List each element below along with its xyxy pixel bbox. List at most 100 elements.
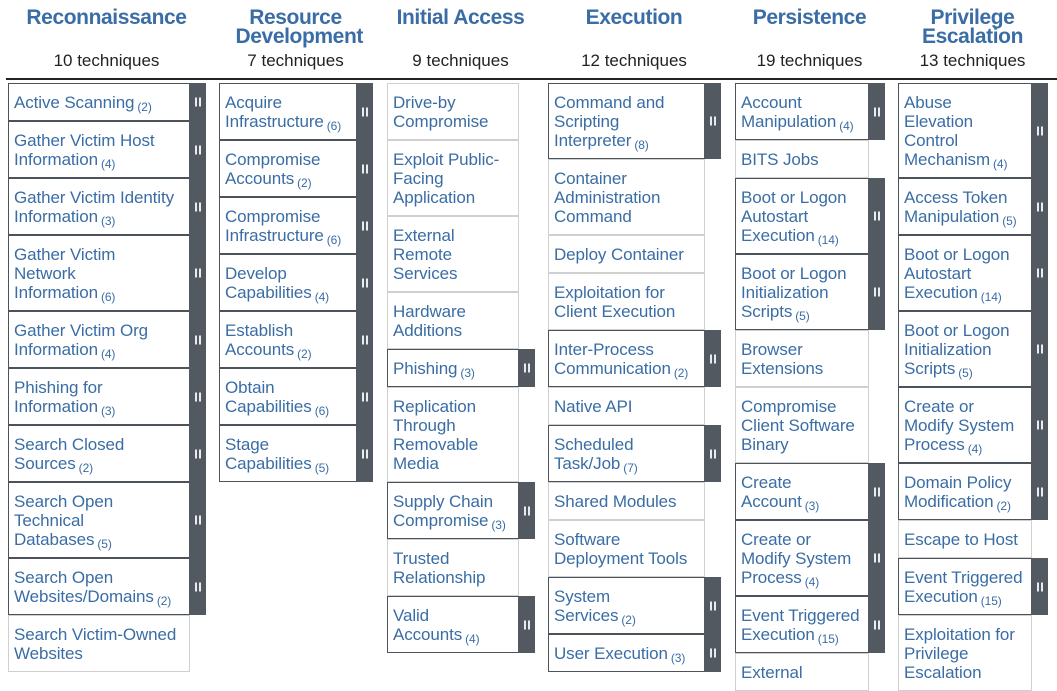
expand-subtechniques-handle[interactable] xyxy=(356,254,373,311)
tactic-name[interactable]: Initial Access xyxy=(386,0,536,28)
technique-label[interactable]: External Remote Services xyxy=(393,226,516,283)
technique-label[interactable]: Phishing for Information (3) xyxy=(14,378,187,418)
technique-label[interactable]: Command and Scripting Interpreter (8) xyxy=(554,93,702,152)
technique-cell[interactable]: Supply Chain Compromise (3) xyxy=(387,482,535,539)
technique-label[interactable]: Search Open Technical Databases (5) xyxy=(14,492,187,551)
technique-box[interactable]: Domain Policy Modification (2) xyxy=(898,463,1032,520)
technique-box[interactable]: BITS Jobs xyxy=(735,140,869,178)
expand-subtechniques-handle[interactable] xyxy=(189,235,206,311)
technique-label[interactable]: Boot or Logon Initialization Scripts (5) xyxy=(904,321,1029,380)
expand-subtechniques-handle[interactable] xyxy=(518,482,535,539)
technique-cell[interactable]: Software Deployment Tools xyxy=(548,520,721,577)
technique-label[interactable]: Establish Accounts (2) xyxy=(225,321,354,361)
technique-cell[interactable]: Stage Capabilities (5) xyxy=(219,425,373,482)
technique-label[interactable]: Software Deployment Tools xyxy=(554,530,702,568)
technique-label[interactable]: Scheduled Task/Job (7) xyxy=(554,435,702,475)
technique-box[interactable]: Container Administration Command xyxy=(548,159,705,235)
technique-box[interactable]: Create or Modify System Process (4) xyxy=(898,387,1032,463)
technique-box[interactable]: Search Open Websites/Domains (2) xyxy=(8,558,190,615)
technique-cell[interactable]: Active Scanning (2) xyxy=(8,83,206,121)
tactic-name[interactable]: Privilege Escalation xyxy=(898,0,1048,47)
technique-cell[interactable]: Gather Victim Network Information (6) xyxy=(8,235,206,311)
technique-cell[interactable]: Create Account (3) xyxy=(735,463,885,520)
technique-cell[interactable]: Phishing for Information (3) xyxy=(8,368,206,425)
technique-cell[interactable]: Phishing (3) xyxy=(387,349,535,387)
expand-subtechniques-handle[interactable] xyxy=(189,121,206,178)
expand-subtechniques-handle[interactable] xyxy=(518,596,535,653)
technique-label[interactable]: Trusted Relationship xyxy=(393,549,516,587)
technique-cell[interactable]: Search Victim-Owned Websites xyxy=(8,615,206,672)
technique-label[interactable]: Domain Policy Modification (2) xyxy=(904,473,1029,513)
technique-label[interactable]: Gather Victim Host Information (4) xyxy=(14,131,187,171)
technique-box[interactable]: External xyxy=(735,653,869,691)
technique-box[interactable]: Gather Victim Host Information (4) xyxy=(8,121,190,178)
technique-label[interactable]: Drive-by Compromise xyxy=(393,93,516,131)
technique-cell[interactable]: Exploit Public- Facing Application xyxy=(387,140,535,216)
technique-label[interactable]: Exploitation for Client Execution xyxy=(554,283,702,321)
technique-label[interactable]: Browser Extensions xyxy=(741,340,866,378)
technique-label[interactable]: Compromise Client Software Binary xyxy=(741,397,866,454)
expand-subtechniques-handle[interactable] xyxy=(356,197,373,254)
technique-box[interactable]: Phishing (3) xyxy=(387,349,519,387)
technique-cell[interactable]: Event Triggered Execution (15) xyxy=(735,596,885,653)
technique-cell[interactable]: Obtain Capabilities (6) xyxy=(219,368,373,425)
expand-subtechniques-handle[interactable] xyxy=(868,520,885,596)
technique-cell[interactable]: Account Manipulation (4) xyxy=(735,83,885,140)
technique-label[interactable]: External xyxy=(741,663,866,682)
technique-label[interactable]: Create or Modify System Process (4) xyxy=(904,397,1029,456)
technique-box[interactable]: Gather Victim Identity Information (3) xyxy=(8,178,190,235)
technique-label[interactable]: Gather Victim Identity Information (3) xyxy=(14,188,187,228)
technique-cell[interactable]: Shared Modules xyxy=(548,482,721,520)
expand-subtechniques-handle[interactable] xyxy=(1031,387,1048,463)
technique-label[interactable]: Container Administration Command xyxy=(554,169,702,226)
technique-box[interactable]: Gather Victim Network Information (6) xyxy=(8,235,190,311)
technique-cell[interactable]: Compromise Infrastructure (6) xyxy=(219,197,373,254)
technique-cell[interactable]: Create or Modify System Process (4) xyxy=(898,387,1048,463)
expand-subtechniques-handle[interactable] xyxy=(189,311,206,368)
expand-subtechniques-handle[interactable] xyxy=(189,178,206,235)
technique-box[interactable]: Compromise Client Software Binary xyxy=(735,387,869,463)
technique-cell[interactable]: Valid Accounts (4) xyxy=(387,596,535,653)
expand-subtechniques-handle[interactable] xyxy=(189,482,206,558)
technique-cell[interactable]: Compromise Accounts (2) xyxy=(219,140,373,197)
expand-subtechniques-handle[interactable] xyxy=(1031,463,1048,520)
technique-box[interactable]: Acquire Infrastructure (6) xyxy=(219,83,357,140)
technique-label[interactable]: Valid Accounts (4) xyxy=(393,606,516,646)
expand-subtechniques-handle[interactable] xyxy=(356,368,373,425)
expand-subtechniques-handle[interactable] xyxy=(868,254,885,330)
expand-subtechniques-handle[interactable] xyxy=(189,425,206,482)
technique-label[interactable]: Boot or Logon Autostart Execution (14) xyxy=(741,188,866,247)
technique-box[interactable]: User Execution (3) xyxy=(548,634,705,672)
technique-box[interactable]: Exploitation for Privilege Escalation xyxy=(898,615,1032,691)
expand-subtechniques-handle[interactable] xyxy=(1031,311,1048,387)
technique-label[interactable]: Stage Capabilities (5) xyxy=(225,435,354,475)
technique-box[interactable]: Trusted Relationship xyxy=(387,539,519,596)
technique-label[interactable]: Create or Modify System Process (4) xyxy=(741,530,866,589)
technique-cell[interactable]: System Services (2) xyxy=(548,577,721,634)
technique-cell[interactable]: Deploy Container xyxy=(548,235,721,273)
technique-box[interactable]: Phishing for Information (3) xyxy=(8,368,190,425)
technique-cell[interactable]: Gather Victim Host Information (4) xyxy=(8,121,206,178)
technique-cell[interactable]: Search Open Websites/Domains (2) xyxy=(8,558,206,615)
expand-subtechniques-handle[interactable] xyxy=(1031,558,1048,615)
technique-cell[interactable]: Acquire Infrastructure (6) xyxy=(219,83,373,140)
technique-cell[interactable]: Abuse Elevation Control Mechanism (4) xyxy=(898,83,1048,178)
technique-box[interactable]: Exploitation for Client Execution xyxy=(548,273,705,330)
technique-box[interactable]: External Remote Services xyxy=(387,216,519,292)
technique-cell[interactable]: Create or Modify System Process (4) xyxy=(735,520,885,596)
technique-box[interactable]: Account Manipulation (4) xyxy=(735,83,869,140)
expand-subtechniques-handle[interactable] xyxy=(704,577,721,634)
expand-subtechniques-handle[interactable] xyxy=(356,83,373,140)
technique-box[interactable]: Replication Through Removable Media xyxy=(387,387,519,482)
technique-box[interactable]: Active Scanning (2) xyxy=(8,83,190,121)
technique-box[interactable]: Search Victim-Owned Websites xyxy=(8,615,190,672)
expand-subtechniques-handle[interactable] xyxy=(704,330,721,387)
technique-cell[interactable]: User Execution (3) xyxy=(548,634,721,672)
technique-cell[interactable]: Access Token Manipulation (5) xyxy=(898,178,1048,235)
technique-label[interactable]: Deploy Container xyxy=(554,245,702,264)
technique-cell[interactable]: Boot or Logon Initialization Scripts (5) xyxy=(735,254,885,330)
technique-label[interactable]: Shared Modules xyxy=(554,492,702,511)
technique-label[interactable]: Active Scanning (2) xyxy=(14,93,187,114)
technique-cell[interactable]: Search Open Technical Databases (5) xyxy=(8,482,206,558)
technique-box[interactable]: System Services (2) xyxy=(548,577,705,634)
